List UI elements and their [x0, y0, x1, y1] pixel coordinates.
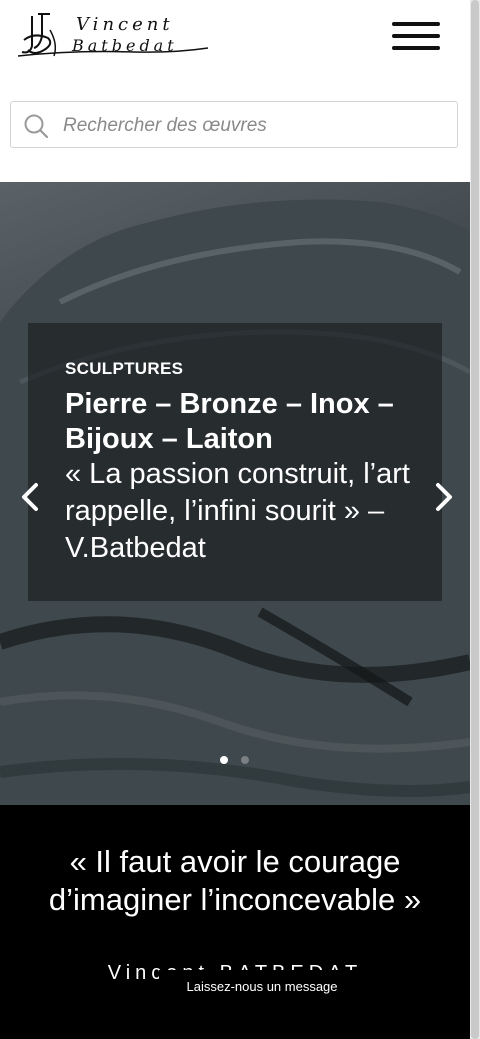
site-logo[interactable]: Vincent Batbedat	[14, 10, 214, 66]
slide-dot-1[interactable]	[220, 756, 228, 764]
site-header: Vincent Batbedat	[0, 0, 470, 182]
scrollbar[interactable]	[470, 0, 480, 1039]
slide-category[interactable]: SCULPTURES	[65, 359, 183, 379]
slide-quote: « La passion construit, l’art rappelle, …	[65, 458, 410, 564]
chevron-right-icon[interactable]	[428, 477, 458, 517]
featured-quote: « Il faut avoir le courage d’imaginer l’…	[48, 844, 422, 917]
chevron-left-icon[interactable]	[16, 477, 46, 517]
slide-title: Pierre – Bronze – Inox – Bijoux – Laiton	[65, 388, 394, 455]
logo-last-name: Batbedat	[72, 36, 178, 55]
slide-dot-2[interactable]	[241, 756, 249, 764]
hamburger-menu-icon[interactable]	[388, 18, 444, 58]
search-input[interactable]	[61, 110, 445, 142]
hero-slider: SCULPTURES Pierre – Bronze – Inox – Bijo…	[0, 182, 470, 805]
scrollbar-thumb[interactable]	[471, 0, 479, 1039]
quote-section: « Il faut avoir le courage d’imaginer l’…	[0, 805, 470, 1039]
logo-first-name: Vincent	[76, 14, 174, 35]
leave-message-button[interactable]: Laissez-nous un message	[159, 970, 365, 1004]
search-bar	[10, 101, 458, 148]
slide-caption: SCULPTURES Pierre – Bronze – Inox – Bijo…	[28, 323, 442, 601]
search-icon[interactable]	[23, 113, 49, 139]
